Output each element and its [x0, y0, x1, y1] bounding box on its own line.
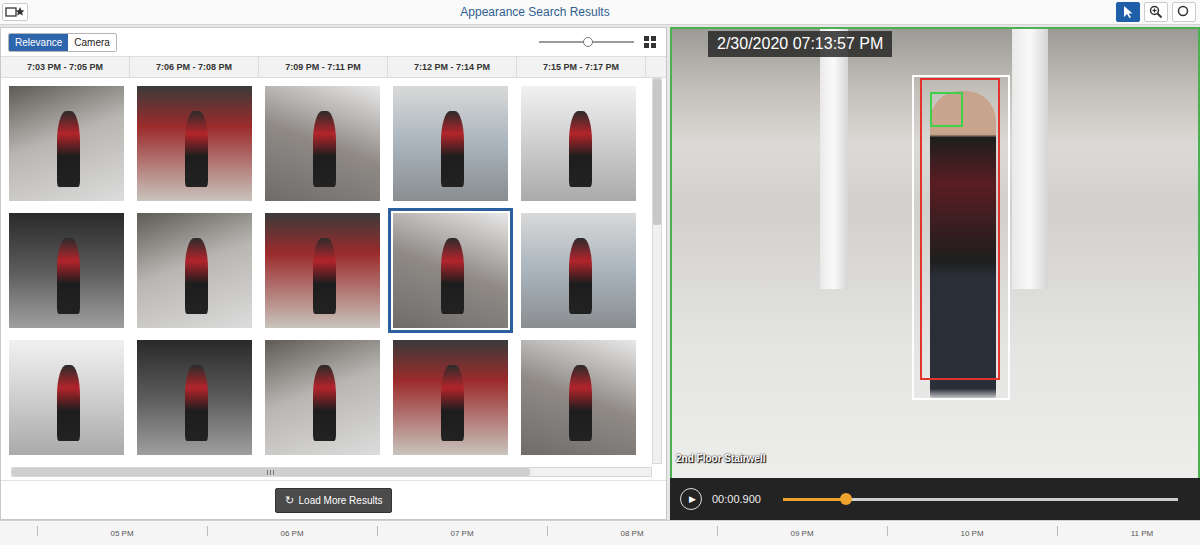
result-thumbnail[interactable]: [521, 86, 636, 201]
timeline-tick: 08 PM: [547, 529, 717, 538]
timeline-tick: 06 PM: [207, 529, 377, 538]
pointer-icon: [1122, 5, 1134, 19]
result-thumbnail[interactable]: [9, 86, 124, 201]
horizontal-scrollbar[interactable]: [11, 467, 652, 477]
person-figure: [185, 238, 208, 314]
body-bounding-box: [912, 75, 1010, 400]
more-tool-button[interactable]: [1172, 2, 1196, 22]
refresh-icon: ↻: [285, 494, 294, 507]
video-frame: 2/30/2020 07:13:57 PM 2nd Floor Stairwel…: [670, 27, 1200, 478]
time-column-header: 7:03 PM - 7:05 PM: [1, 57, 130, 77]
timeline[interactable]: 05 PM06 PM07 PM08 PM09 PM10 PM11 PM: [0, 520, 1200, 545]
search-icon: [1177, 5, 1191, 19]
person-figure: [313, 365, 336, 441]
folder-star-icon: [5, 5, 25, 19]
face-bounding-box: [930, 92, 963, 127]
person-figure: [569, 111, 592, 187]
time-column-header: 7:09 PM - 7:11 PM: [259, 57, 388, 77]
timeline-tick: 09 PM: [717, 529, 887, 538]
playback-controls: ▶ 00:00.900: [670, 478, 1200, 520]
person-figure: [569, 238, 592, 314]
video-panel: 2/30/2020 07:13:57 PM 2nd Floor Stairwel…: [670, 27, 1200, 520]
playback-slider[interactable]: [783, 498, 1178, 501]
result-thumbnail[interactable]: [9, 213, 124, 328]
scroll-thumb[interactable]: [653, 79, 661, 225]
person-figure: [57, 365, 80, 441]
subject-figure: [930, 91, 996, 401]
person-figure: [313, 238, 336, 314]
playback-thumb[interactable]: [840, 493, 852, 505]
timeline-tick: 11 PM: [1057, 529, 1200, 538]
result-thumbnail[interactable]: [137, 340, 252, 455]
sort-tab[interactable]: Camera: [68, 34, 116, 51]
person-figure: [441, 365, 464, 441]
time-column-header: 7:06 PM - 7:08 PM: [130, 57, 259, 77]
bookmarks-button[interactable]: [2, 3, 28, 21]
pointer-tool-button[interactable]: [1116, 2, 1140, 22]
result-thumbnail[interactable]: [9, 340, 124, 455]
appearance-search-window: Appearance Search Results RelevanceCamer…: [0, 0, 1200, 545]
person-figure: [313, 111, 336, 187]
thumbnail-size-slider[interactable]: [539, 36, 634, 48]
time-column-header: 7:15 PM - 7:17 PM: [517, 57, 646, 77]
result-thumbnail[interactable]: [265, 340, 380, 455]
person-figure: [57, 238, 80, 314]
person-figure: [185, 111, 208, 187]
grip-icon: [267, 470, 274, 475]
person-figure: [441, 111, 464, 187]
zoom-icon: [1149, 5, 1163, 19]
scroll-thumb[interactable]: [12, 468, 530, 476]
person-figure: [57, 111, 80, 187]
window-title: Appearance Search Results: [460, 5, 737, 19]
load-more-button[interactable]: ↻ Load More Results: [275, 488, 393, 513]
result-thumbnail[interactable]: [393, 86, 508, 201]
match-bounding-box: [920, 78, 1000, 380]
results-grid: [1, 78, 648, 464]
play-button[interactable]: ▶: [680, 488, 702, 510]
result-thumbnail[interactable]: [393, 340, 508, 455]
grid-view-icon[interactable]: [644, 36, 656, 48]
camera-name-overlay: 2nd Floor Stairwell: [676, 453, 765, 464]
timestamp-overlay: 2/30/2020 07:13:57 PM: [708, 31, 892, 57]
results-toolbar: RelevanceCamera: [1, 28, 666, 56]
timeline-tick: 07 PM: [377, 529, 547, 538]
sort-tab[interactable]: Relevance: [9, 34, 68, 51]
slider-thumb[interactable]: [583, 37, 593, 47]
time-column-header: 7:12 PM - 7:14 PM: [388, 57, 517, 77]
person-figure: [185, 365, 208, 441]
results-panel: RelevanceCamera 7:03 PM - 7:05 PM7:06 PM…: [0, 27, 667, 520]
time-column-headers: 7:03 PM - 7:05 PM7:06 PM - 7:08 PM7:09 P…: [1, 56, 666, 78]
zoom-tool-button[interactable]: [1144, 2, 1168, 22]
result-thumbnail[interactable]: [265, 86, 380, 201]
timeline-tick: 05 PM: [37, 529, 207, 538]
sort-toggle: RelevanceCamera: [8, 33, 117, 52]
person-figure: [441, 238, 464, 314]
result-thumbnail[interactable]: [265, 213, 380, 328]
result-thumbnail[interactable]: [393, 213, 508, 328]
vertical-scrollbar[interactable]: [652, 78, 662, 464]
timeline-tick: 10 PM: [887, 529, 1057, 538]
result-thumbnail[interactable]: [137, 213, 252, 328]
result-thumbnail[interactable]: [137, 86, 252, 201]
result-thumbnail[interactable]: [521, 340, 636, 455]
playback-time: 00:00.900: [712, 493, 761, 505]
title-bar: Appearance Search Results: [0, 0, 1200, 25]
person-figure: [569, 365, 592, 441]
result-thumbnail[interactable]: [521, 213, 636, 328]
